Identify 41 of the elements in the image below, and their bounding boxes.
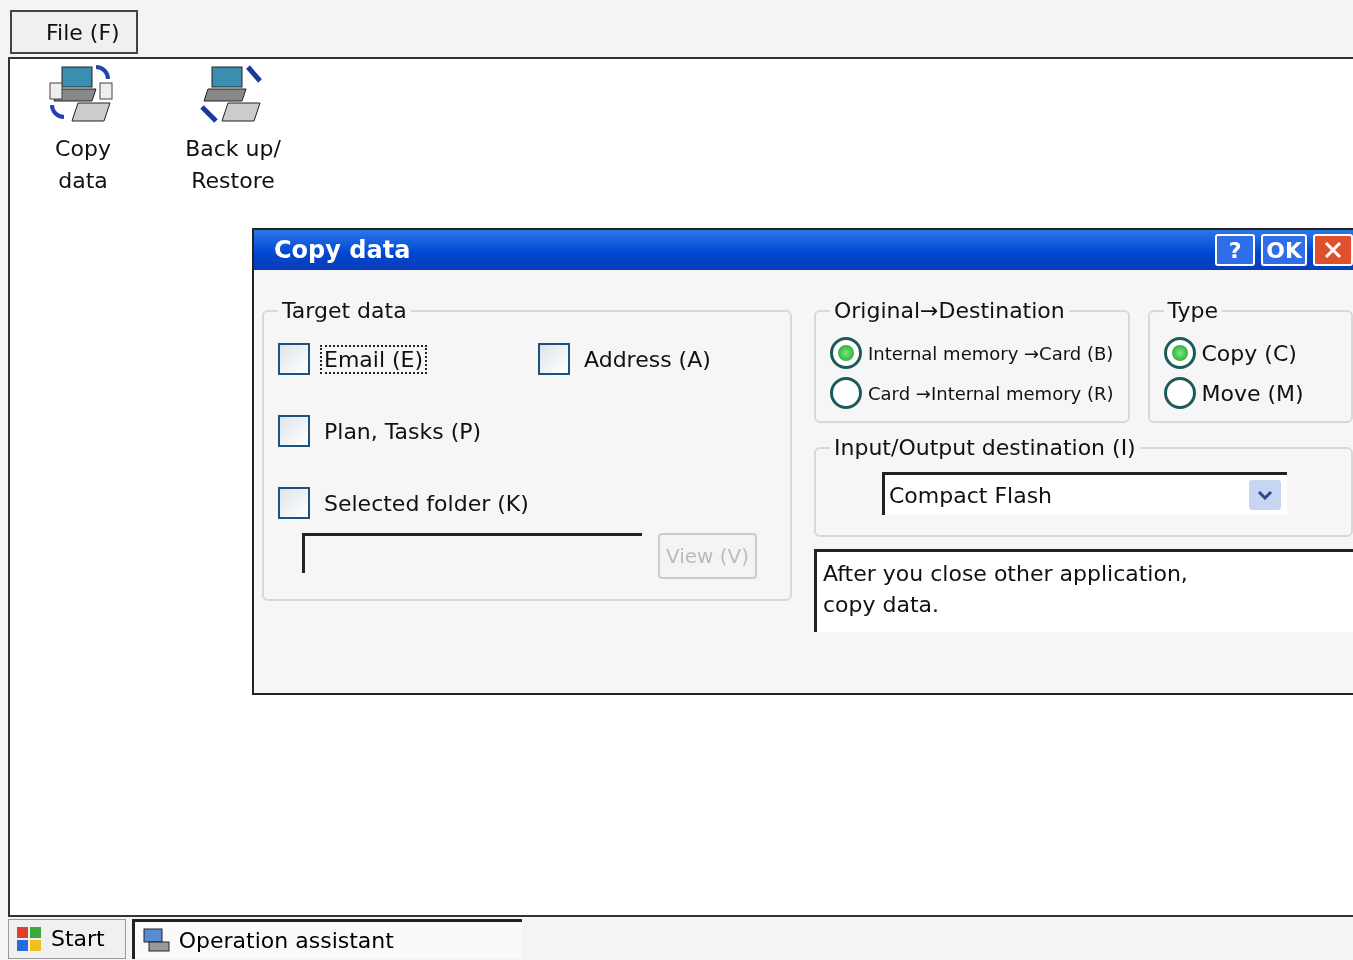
group-label: Target data [281, 298, 408, 323]
taskbar-task[interactable]: Operation assistant [131, 918, 522, 959]
message-text: copy data. [823, 591, 941, 619]
radio-button[interactable] [1163, 377, 1196, 409]
checkbox[interactable] [278, 343, 310, 375]
group-label: Original→Destination [833, 298, 1066, 323]
icon-label[interactable]: Copy data [28, 133, 138, 197]
radio-label: Card →Internal memory (R) [868, 382, 1114, 404]
radio-label: Internal memory →Card (B) [868, 342, 1114, 364]
destination-dropdown[interactable]: Compact Flash [882, 472, 1287, 515]
checkbox-label: Email (E) [320, 344, 428, 374]
radio-button[interactable] [830, 337, 862, 369]
start-button[interactable]: Start [8, 918, 126, 959]
close-icon [1323, 240, 1343, 260]
dialog-title: Copy data [274, 236, 411, 264]
icon-label[interactable]: Back up/ Restore [178, 133, 288, 197]
checkbox-option[interactable]: Plan, Tasks (P) [278, 415, 768, 447]
checkbox-option[interactable]: Address (A) [538, 343, 768, 375]
radio-label: Move (M) [1201, 380, 1304, 406]
checkbox-label: Selected folder (K) [323, 489, 530, 518]
radio-button[interactable] [1163, 337, 1196, 369]
close-button[interactable] [1313, 234, 1353, 266]
checkbox[interactable] [538, 343, 570, 375]
checkbox-label: Address (A) [583, 345, 712, 374]
checkbox[interactable] [278, 487, 310, 519]
checkbox-label: Plan, Tasks (P) [323, 417, 483, 446]
radio-label: Copy (C) [1201, 340, 1297, 366]
group-label: Input/Output destination (I) [833, 435, 1137, 460]
file-menu[interactable]: File (F) [10, 10, 138, 54]
checkbox-option[interactable]: Email (E) [278, 343, 538, 375]
help-button[interactable]: ? [1215, 234, 1256, 266]
checkbox-option[interactable]: Selected folder (K) [278, 487, 768, 519]
ok-button[interactable]: OK [1261, 234, 1307, 266]
computer-icon [140, 926, 171, 954]
chevron-down-icon [1249, 480, 1281, 510]
windows-logo-icon [15, 924, 43, 953]
group-label: Type [1166, 298, 1220, 323]
view-button: View (V) [658, 533, 758, 579]
message-text: After you close other application, [823, 560, 1189, 588]
checkbox[interactable] [278, 415, 310, 447]
radio-button[interactable] [830, 377, 862, 409]
